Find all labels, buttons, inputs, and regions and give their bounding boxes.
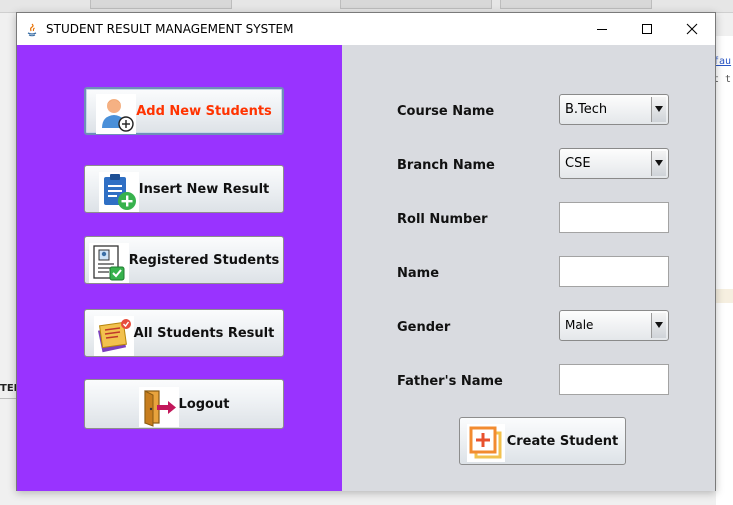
- registered-document-icon: [88, 243, 129, 283]
- background-editor: [716, 36, 733, 505]
- roll-number-input[interactable]: [559, 202, 669, 233]
- branch-name-label: Branch Name: [397, 158, 495, 173]
- nav-button-label: Logout: [178, 396, 230, 412]
- all-students-result-button[interactable]: All Students Result: [84, 309, 284, 357]
- gender-select[interactable]: Male: [559, 310, 669, 341]
- add-user-icon: [96, 94, 137, 134]
- navigation-panel: Add New Students Insert New Result Regis…: [17, 45, 342, 491]
- gender-label: Gender: [397, 320, 451, 335]
- create-student-label: Create Student: [506, 433, 619, 449]
- results-stack-icon: [93, 316, 134, 356]
- minimize-icon: [597, 29, 607, 30]
- close-button[interactable]: [669, 13, 715, 45]
- minimize-button[interactable]: [579, 13, 625, 45]
- close-icon: [686, 23, 698, 35]
- logout-button[interactable]: Logout: [84, 379, 284, 429]
- background-tab: [340, 0, 492, 9]
- background-divider: [0, 398, 16, 399]
- registered-students-button[interactable]: Registered Students: [84, 236, 284, 284]
- chevron-down-icon[interactable]: [651, 151, 666, 176]
- nav-button-label: Registered Students: [128, 252, 280, 268]
- chevron-down-icon[interactable]: [651, 313, 666, 338]
- name-label: Name: [397, 266, 440, 281]
- insert-new-result-button[interactable]: Insert New Result: [84, 165, 284, 213]
- app-window: STUDENT RESULT MANAGEMENT SYSTEM Add New…: [16, 12, 716, 491]
- student-form-panel: Course Name B.Tech Branch Name CSE Roll …: [342, 45, 715, 491]
- branch-name-value: CSE: [565, 156, 591, 171]
- course-name-label: Course Name: [397, 104, 495, 119]
- course-name-value: B.Tech: [565, 102, 608, 117]
- window-title: STUDENT RESULT MANAGEMENT SYSTEM: [46, 22, 294, 36]
- chevron-down-icon[interactable]: [651, 97, 666, 122]
- maximize-icon: [642, 24, 652, 34]
- nav-button-label: Add New Students: [136, 103, 272, 119]
- logout-door-icon: [138, 387, 179, 427]
- branch-name-select[interactable]: CSE: [559, 148, 669, 179]
- nav-button-label: Insert New Result: [138, 181, 270, 197]
- clipboard-add-icon: [98, 172, 139, 212]
- name-input[interactable]: [559, 256, 669, 287]
- nav-button-label: All Students Result: [133, 325, 275, 341]
- background-tab: [90, 0, 232, 9]
- add-document-icon: [466, 424, 505, 462]
- fathers-name-input[interactable]: [559, 364, 669, 395]
- maximize-button[interactable]: [624, 13, 670, 45]
- create-student-button[interactable]: Create Student: [459, 417, 626, 465]
- java-icon: [25, 22, 39, 37]
- background-tab: [500, 0, 652, 9]
- roll-number-label: Roll Number: [397, 212, 488, 227]
- background-highlight: [716, 289, 733, 303]
- gender-value: Male: [565, 318, 594, 332]
- add-new-students-button[interactable]: Add New Students: [84, 87, 284, 135]
- course-name-select[interactable]: B.Tech: [559, 94, 669, 125]
- fathers-name-label: Father's Name: [397, 374, 503, 389]
- title-bar[interactable]: STUDENT RESULT MANAGEMENT SYSTEM: [17, 13, 715, 45]
